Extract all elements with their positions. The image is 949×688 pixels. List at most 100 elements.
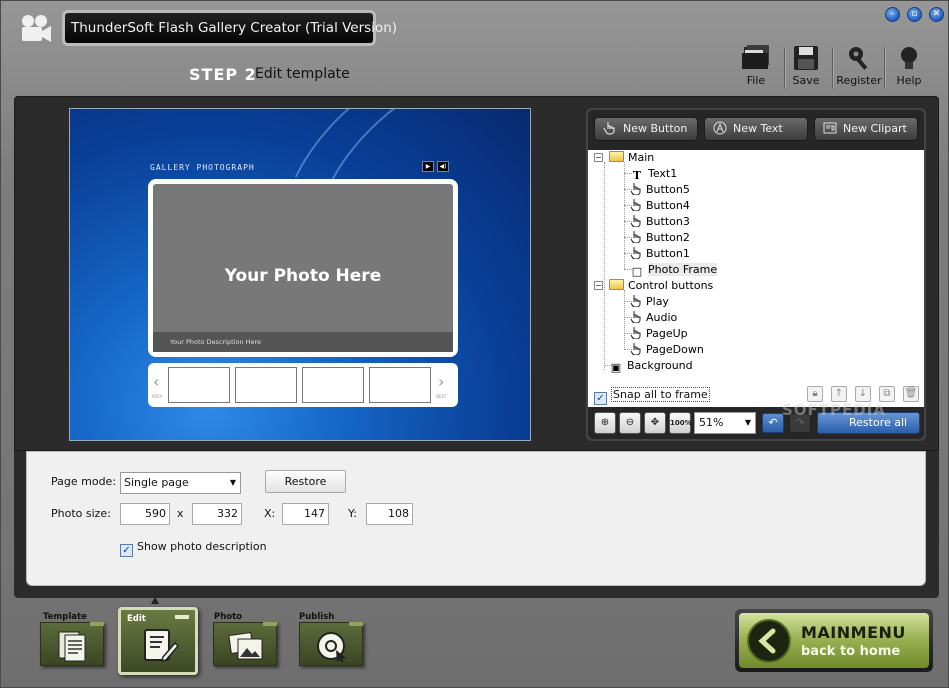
nav-label-publish: Publish [299, 612, 335, 622]
close-icon[interactable]: ✕ [929, 7, 944, 22]
times-label: x [177, 507, 184, 520]
zoom-out-icon[interactable]: ⊖ [619, 412, 641, 434]
thumbnail[interactable] [302, 367, 364, 403]
collapse-main-icon[interactable]: − [594, 153, 603, 162]
next-arrow-icon[interactable]: › [438, 372, 444, 391]
tree-node-audio[interactable]: Audio [630, 310, 677, 325]
duplicate-icon[interactable]: ⧉ [879, 386, 895, 402]
tree-node-button1[interactable]: Button1 [630, 246, 690, 261]
y-position-field[interactable]: 108 [366, 503, 413, 525]
hand-pointer-icon [603, 122, 615, 135]
active-tab-pointer [151, 597, 159, 604]
tree-node-pagedown[interactable]: PageDown [630, 342, 704, 357]
page-mode-select[interactable]: Single page ▼ [120, 472, 241, 494]
tree-node-label: PageDown [646, 343, 704, 356]
x-label: X: [264, 507, 276, 520]
thumbnail[interactable] [235, 367, 297, 403]
tree-node-label: PageUp [646, 327, 688, 340]
page-mode-label: Page mode: [51, 475, 117, 488]
play-icon[interactable]: ▶ [422, 161, 434, 172]
tab-marker [175, 615, 189, 619]
register-button[interactable]: Register [835, 45, 883, 87]
tree-node-button2[interactable]: Button2 [630, 230, 690, 245]
tree-node-button4[interactable]: Button4 [630, 198, 690, 213]
prev-arrow-icon[interactable]: ‹ [153, 372, 159, 391]
tree-node-main[interactable]: Main [609, 150, 654, 165]
mainmenu-title: MAINMENU [801, 623, 906, 642]
tree-node-photo-frame[interactable]: □ Photo Frame [630, 262, 718, 278]
send-backward-icon[interactable]: ↓ [855, 386, 871, 402]
folder-icon [609, 279, 624, 290]
tree-node-text1[interactable]: T Text1 [630, 166, 677, 182]
hand-pointer-icon [630, 327, 641, 339]
show-description-row[interactable]: ✓ Show photo description [120, 540, 267, 557]
x-position-field[interactable]: 147 [282, 503, 329, 525]
page-mode-value: Single page [124, 476, 189, 489]
bring-forward-icon[interactable]: ↑ [831, 386, 847, 402]
title-box: ThunderSoft Flash Gallery Creator (Trial… [62, 10, 397, 46]
mainmenu-button[interactable]: MAINMENU back to home [735, 609, 933, 672]
zoom-select[interactable]: 51% ▼ [694, 412, 756, 434]
folder-icon [742, 45, 769, 69]
tree-node-label: Button1 [646, 247, 690, 260]
register-label: Register [836, 74, 882, 87]
nav-tab-publish[interactable] [299, 622, 363, 666]
gallery-title: GALLERY PHOTOGRAPH [150, 163, 255, 172]
tree-line [624, 290, 625, 348]
edit-notebook-icon [144, 629, 179, 663]
object-tree: − Main T Text1 Button5 Button4 Button3 Bu… [594, 150, 920, 375]
minimize-icon[interactable]: – [885, 7, 900, 22]
photo-frame[interactable]: Your Photo Here Your Photo Description H… [148, 179, 458, 357]
tree-node-button3[interactable]: Button3 [630, 214, 690, 229]
nav-label-edit: Edit [127, 614, 146, 624]
tree-node-label: Control buttons [628, 279, 714, 292]
nav-tab-template[interactable] [40, 622, 104, 666]
file-button[interactable]: File [732, 45, 780, 87]
tree-node-play[interactable]: Play [630, 294, 669, 309]
next-label: NEXT [436, 394, 447, 399]
snap-checkbox[interactable]: ✓ [594, 392, 607, 405]
audio-icon[interactable]: ◀) [437, 161, 449, 172]
restore-button[interactable]: Restore [265, 470, 346, 493]
trash-icon[interactable]: 🗑︎ [903, 386, 919, 402]
mainmenu-face: MAINMENU back to home [739, 613, 929, 668]
zoom-in-icon[interactable]: ⊕ [594, 412, 616, 434]
show-description-checkbox[interactable]: ✓ [120, 544, 133, 557]
save-button[interactable]: Save [782, 45, 830, 87]
lock-icon[interactable]: 🔒︎ [807, 386, 823, 402]
collapse-control-buttons-icon[interactable]: − [594, 281, 603, 290]
photo-placeholder: Your Photo Here [224, 266, 382, 286]
new-button-label: New Button [623, 122, 688, 135]
tree-node-background[interactable]: ▣ Background [609, 358, 693, 374]
help-button[interactable]: Help [885, 45, 933, 87]
nav-tab-photo[interactable] [213, 622, 277, 666]
tree-node-control-buttons[interactable]: Control buttons [609, 278, 713, 293]
nav-label-template: Template [43, 612, 87, 622]
save-label: Save [792, 74, 820, 87]
new-button-button[interactable]: New Button [594, 117, 698, 141]
nav-tab-edit[interactable]: Edit [118, 607, 198, 675]
tree-node-pageup[interactable]: PageUp [630, 326, 688, 341]
snap-checkbox-row[interactable]: ✓ Snap all to frame [594, 387, 710, 405]
publish-disc-icon [317, 632, 346, 662]
photo-description: Your Photo Description Here [153, 332, 453, 352]
hand-pointer-icon [630, 311, 641, 323]
lightbulb-icon [901, 47, 917, 69]
page-title: Edit template [255, 66, 350, 82]
pan-move-icon[interactable]: ✥ [644, 412, 666, 434]
template-preview[interactable]: GALLERY PHOTOGRAPH ▶ ◀) Your Photo Here … [69, 108, 531, 441]
chevron-down-icon: ▼ [229, 478, 236, 487]
maximize-icon[interactable]: ▫ [907, 7, 922, 22]
thumbnail[interactable] [369, 367, 431, 403]
toolbar-separator [832, 47, 833, 89]
thumbnail[interactable] [168, 367, 230, 403]
tree-node-label: Button2 [646, 231, 690, 244]
undo-icon[interactable]: ↶ [762, 413, 784, 433]
photo-height-field[interactable]: 332 [192, 503, 242, 525]
new-text-button[interactable]: New Text [704, 117, 808, 141]
photo-width-field[interactable]: 590 [120, 503, 170, 525]
template-pages-icon [58, 631, 86, 662]
new-clipart-button[interactable]: New Clipart [814, 117, 918, 141]
zoom-100-button[interactable]: 100% [669, 412, 692, 434]
tree-node-button5[interactable]: Button5 [630, 182, 690, 197]
